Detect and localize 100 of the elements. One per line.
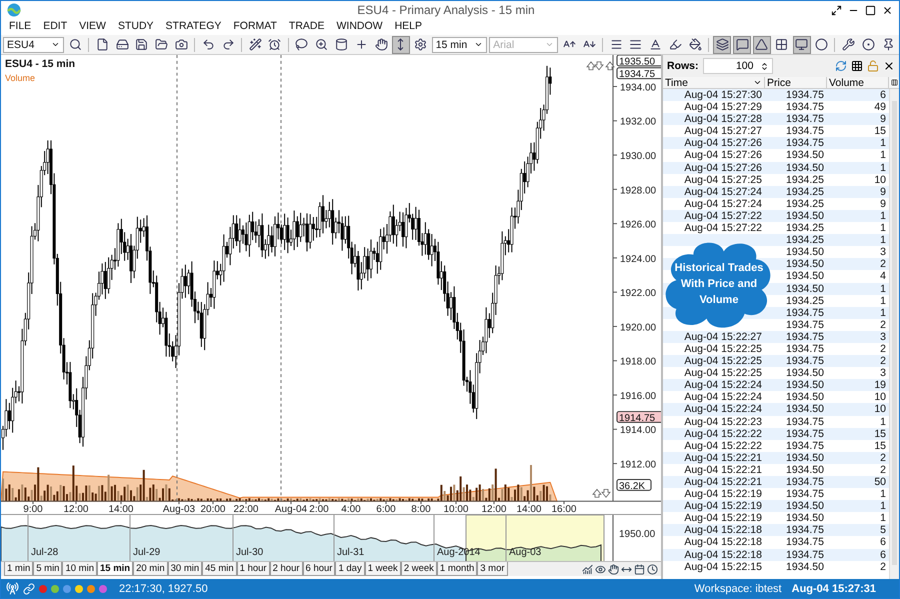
- volume-cell-text: 49: [873, 101, 887, 114]
- interval-tab[interactable]: 15 min: [96, 562, 134, 576]
- overview-date-label: Jul-30: [236, 547, 264, 558]
- calendar-icon[interactable]: [634, 564, 645, 574]
- menu-item[interactable]: VIEW: [73, 19, 112, 35]
- time-cell-text: Aug-04 15:22:24: [683, 379, 763, 392]
- volume-cell-text: 1: [879, 222, 887, 234]
- volume-cell-text: 3: [879, 367, 887, 380]
- volume-cell-text: 1: [879, 149, 887, 162]
- volume-cell-text: 50: [873, 476, 887, 488]
- time-tick-label: 8:00: [411, 504, 431, 514]
- price-cell-text: 1934.50: [785, 162, 825, 174]
- volume-cell-text: 3: [879, 246, 887, 258]
- column-menu-button[interactable]: [889, 77, 899, 89]
- price-tick-label: 1912.00: [620, 460, 656, 470]
- menu-item[interactable]: TRADE: [282, 19, 331, 35]
- price-cell-text: 1934.75: [785, 89, 825, 102]
- interval-tab[interactable]: 1 week: [364, 562, 401, 576]
- price-tick-label: 1920.00: [620, 322, 656, 334]
- time-tick-label: 6:00: [376, 504, 396, 514]
- interval-tab[interactable]: 1 hour: [236, 562, 270, 576]
- interval-tab[interactable]: 45 min: [202, 562, 237, 576]
- interval-tab[interactable]: 3 mor: [477, 562, 508, 576]
- time-tick-label: 12:00: [64, 504, 88, 514]
- column-header[interactable]: Price: [765, 77, 827, 89]
- save-icon: [135, 38, 148, 51]
- volume-cell-text: 1: [879, 416, 887, 428]
- volume-cell-text: 1: [879, 500, 887, 512]
- interval-tab[interactable]: 1 min: [4, 562, 34, 576]
- study-label: Volume: [5, 73, 36, 83]
- chart-icon[interactable]: [582, 564, 593, 574]
- time-cell-text: Aug-04 15:22:18: [683, 548, 763, 561]
- time-cell-text: Aug-04 15:22:25: [683, 367, 763, 380]
- interval-tab[interactable]: 6 hour: [302, 562, 336, 576]
- menu-item[interactable]: HELP: [388, 19, 428, 35]
- interval-tab[interactable]: 30 min: [168, 562, 202, 576]
- column-header[interactable]: Time: [663, 77, 765, 89]
- fullscreen-icon[interactable]: [831, 4, 842, 16]
- time-cell-text: Aug-04 15:27:28: [683, 113, 763, 126]
- scroll-arrows-icon[interactable]: [592, 488, 611, 498]
- time-cell-text: Aug-04 15:22:19: [683, 500, 763, 512]
- menu-item[interactable]: STUDY: [112, 19, 160, 35]
- column-header[interactable]: Volume: [827, 77, 889, 89]
- interval-dropdown[interactable]: 15 min: [432, 36, 488, 52]
- cylinder-icon: [334, 38, 348, 51]
- grid-icon[interactable]: [851, 60, 863, 72]
- vertical-fit-button[interactable]: [392, 36, 410, 54]
- menu-item[interactable]: WINDOW: [330, 19, 389, 35]
- volume-cell-text: 5: [879, 524, 887, 536]
- time-cell-text: Aug-04 15:22:24: [683, 391, 763, 404]
- overview-date-label: Jul-31: [337, 547, 364, 558]
- interval-tab[interactable]: 2 hour: [270, 562, 303, 576]
- menu-item[interactable]: EDIT: [37, 19, 74, 35]
- eye-icon[interactable]: [595, 564, 606, 574]
- price-cell-text: 1934.75: [785, 476, 825, 488]
- monitor-button[interactable]: [792, 36, 811, 54]
- price-tick-label: 1922.00: [620, 288, 656, 300]
- volume-cell-text: 10: [873, 391, 887, 404]
- paint-bucket-button[interactable]: [686, 36, 704, 54]
- close-icon[interactable]: [882, 4, 893, 16]
- wrench-icon: [842, 38, 855, 51]
- menu-item[interactable]: STRATEGY: [160, 19, 228, 35]
- interval-tab[interactable]: 5 min: [33, 562, 62, 576]
- circle-button[interactable]: [812, 36, 830, 54]
- interval-tab[interactable]: 1 day: [335, 562, 365, 576]
- menu-item[interactable]: FORMAT: [227, 19, 283, 35]
- volume-cell-text: 15: [873, 440, 887, 452]
- hand-icon[interactable]: [608, 564, 619, 574]
- symbol-dropdown[interactable]: ESU4: [3, 36, 64, 52]
- price-cell-text: 1934.75: [785, 355, 825, 368]
- price-cell-text: 1934.25: [785, 294, 825, 307]
- close-icon[interactable]: [883, 60, 895, 72]
- rows-spinner[interactable]: 100: [702, 58, 772, 74]
- scroll-arrows-icon[interactable]: [586, 61, 615, 70]
- price-cell-text: 1934.75: [785, 113, 825, 126]
- layers-button[interactable]: [713, 36, 732, 54]
- link-icon: [23, 582, 35, 594]
- price-tick-label: 1916.00: [620, 391, 656, 402]
- price-tick-label: 1926.00: [620, 220, 656, 231]
- interval-tab[interactable]: 10 min: [62, 562, 97, 576]
- price-cell-text: 1934.50: [785, 512, 825, 524]
- speech-bubble-button[interactable]: [733, 36, 752, 54]
- time-cell-text: Aug-04 15:27:29: [683, 101, 763, 114]
- undo-icon: [202, 38, 215, 51]
- volume-cell-text: 6: [879, 548, 887, 561]
- maximize-icon[interactable]: [865, 4, 876, 16]
- price-cell-text: 1934.75: [785, 440, 825, 452]
- interval-tab[interactable]: 20 min: [133, 562, 168, 576]
- scrollbar[interactable]: [889, 89, 899, 579]
- clock-icon[interactable]: [647, 564, 658, 574]
- interval-tab[interactable]: 1 month: [436, 562, 478, 576]
- volume-cell-text: 1: [879, 162, 887, 174]
- price-cell-text: 1934.50: [785, 210, 825, 222]
- triangle-button[interactable]: [753, 36, 771, 54]
- menu-item[interactable]: FILE: [3, 19, 38, 35]
- price-cell-text: 1934.50: [785, 379, 825, 392]
- time-tick-label: 16:00: [552, 504, 576, 514]
- refresh-icon[interactable]: [835, 60, 847, 72]
- price-cell-text: 1934.50: [785, 367, 825, 380]
- interval-tab[interactable]: 2 week: [400, 562, 437, 576]
